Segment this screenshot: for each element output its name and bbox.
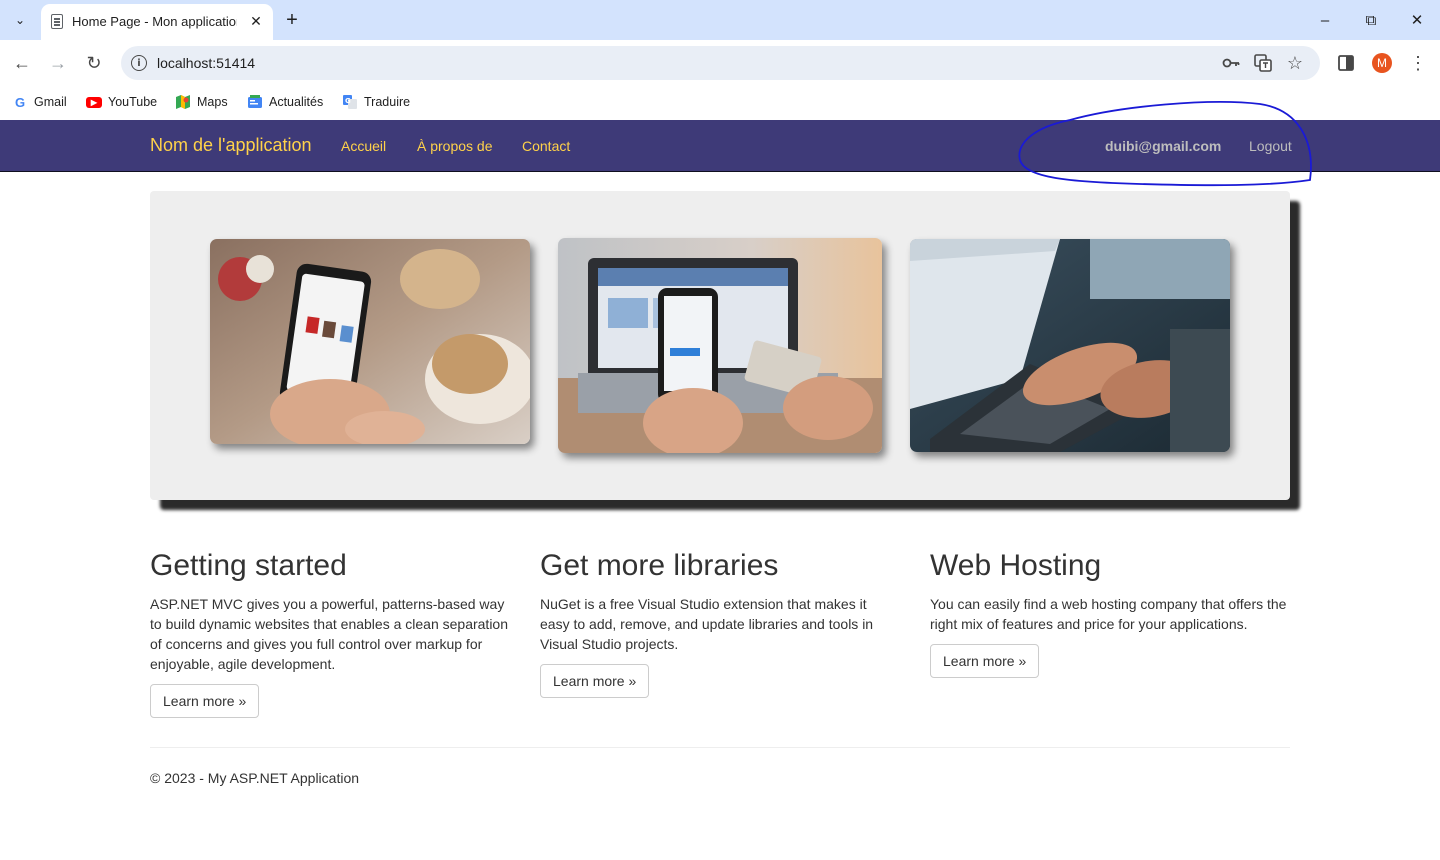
restore-icon[interactable]: ⧉: [1356, 6, 1386, 34]
column-text: NuGet is a free Visual Studio extension …: [540, 596, 874, 652]
svg-text:G: G: [345, 97, 351, 105]
bookmark-label: Gmail: [34, 95, 67, 109]
news-icon: [247, 94, 263, 110]
minimize-icon[interactable]: –: [1310, 6, 1340, 34]
bookmark-traduire[interactable]: G Traduire: [342, 92, 410, 112]
page-favicon-icon: [51, 14, 63, 29]
nav-link-accueil[interactable]: Accueil: [341, 138, 386, 154]
column-getting-started: Getting started ASP.NET MVC gives you a …: [150, 548, 510, 718]
learn-more-button[interactable]: Learn more »: [930, 644, 1040, 678]
translate-page-icon[interactable]: [1253, 53, 1273, 73]
browser-toolbar: ← → ↻ i localhost:51414 ☆ M ⋮: [0, 40, 1440, 86]
site-info-icon[interactable]: i: [131, 55, 147, 71]
nav-link-apropos[interactable]: À propos de: [417, 138, 493, 154]
bookmark-label: Actualités: [269, 95, 324, 109]
mobile-shopping-photo: [210, 239, 530, 444]
column-text: ASP.NET MVC gives you a powerful, patter…: [150, 596, 508, 672]
bookmark-gmail[interactable]: G Gmail: [12, 92, 67, 112]
back-icon[interactable]: ←: [8, 49, 36, 77]
password-key-icon[interactable]: [1221, 53, 1241, 73]
mobile-payment-photo: [558, 238, 882, 453]
new-tab-icon[interactable]: +: [280, 8, 304, 32]
translate-icon: G: [342, 94, 358, 110]
bookmark-label: Maps: [197, 95, 228, 109]
close-tab-icon[interactable]: ✕: [246, 11, 266, 31]
hero-image-panel: [150, 191, 1290, 500]
close-window-icon[interactable]: ✕: [1402, 6, 1432, 34]
forward-icon[interactable]: →: [44, 49, 72, 77]
brand-link[interactable]: Nom de l'application: [150, 135, 312, 156]
column-title: Web Hosting: [930, 549, 1102, 582]
column-web-hosting: Web Hosting You can easily find a web ho…: [930, 548, 1290, 678]
learn-more-button[interactable]: Learn more »: [540, 664, 650, 698]
side-panel-icon[interactable]: [1334, 51, 1358, 75]
bookmark-maps[interactable]: Maps: [175, 92, 228, 112]
bookmark-actualites[interactable]: Actualités: [247, 92, 323, 112]
bookmark-label: YouTube: [108, 95, 158, 109]
tab-title: Home Page - Mon application: [72, 14, 237, 29]
column-title: Getting started: [150, 549, 347, 582]
footer-divider: [150, 747, 1290, 748]
url-text[interactable]: localhost:51414: [157, 55, 255, 71]
bookmark-youtube[interactable]: ▶ YouTube: [86, 92, 157, 112]
logout-link[interactable]: Logout: [1249, 138, 1292, 154]
browser-tab[interactable]: Home Page - Mon application ✕: [41, 4, 273, 40]
reload-icon[interactable]: ↻: [80, 49, 108, 77]
column-title: Get more libraries: [540, 549, 779, 582]
nav-link-contact[interactable]: Contact: [522, 138, 570, 154]
laptop-typing-photo: [910, 239, 1230, 452]
browser-tab-strip: ⌄ Home Page - Mon application ✕ + – ⧉ ✕: [0, 0, 1440, 40]
profile-avatar[interactable]: M: [1372, 53, 1392, 73]
bookmark-label: Traduire: [364, 95, 411, 109]
youtube-icon: ▶: [86, 96, 102, 108]
gmail-icon: G: [14, 94, 26, 110]
tab-search-chevron-icon[interactable]: ⌄: [6, 7, 34, 33]
maps-icon: [175, 94, 191, 110]
learn-more-button[interactable]: Learn more »: [150, 684, 260, 718]
bookmark-star-icon[interactable]: ☆: [1285, 53, 1305, 73]
more-menu-icon[interactable]: ⋮: [1406, 51, 1430, 75]
app-navbar: Nom de l'application Accueil À propos de…: [0, 120, 1440, 172]
footer-copyright: © 2023 - My ASP.NET Application: [150, 770, 360, 786]
bookmarks-bar: G Gmail ▶ YouTube Maps Actualités G Trad…: [0, 86, 1440, 120]
column-text: You can easily find a web hosting compan…: [930, 596, 1287, 632]
address-bar[interactable]: i localhost:51414 ☆: [121, 46, 1320, 80]
user-email-link[interactable]: duibi@gmail.com: [1105, 138, 1221, 154]
column-get-more-libraries: Get more libraries NuGet is a free Visua…: [540, 548, 900, 698]
